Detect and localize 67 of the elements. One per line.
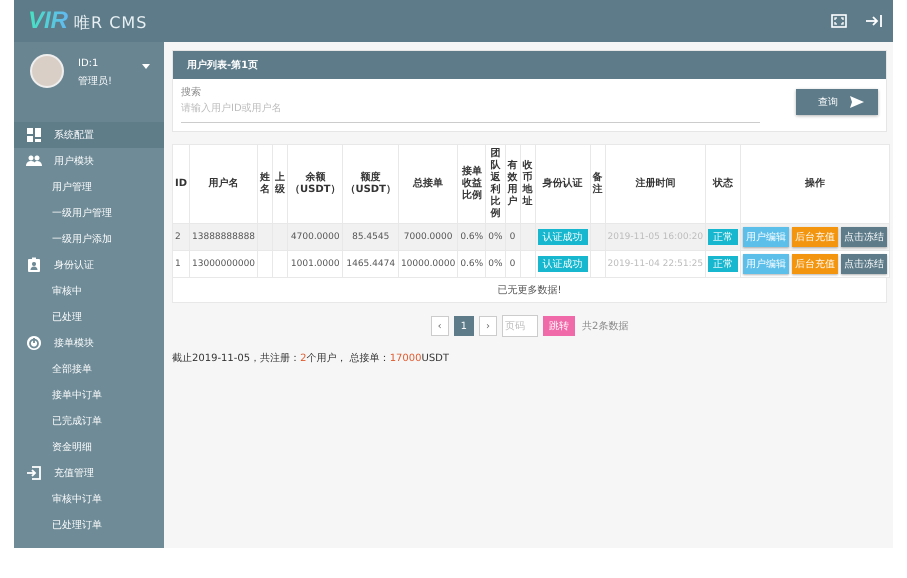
menu-item[interactable]: 资金明细 xyxy=(14,434,164,460)
table-footer: 已无更多数据! xyxy=(172,278,887,303)
dashboard-icon xyxy=(26,127,42,143)
caret-icon[interactable] xyxy=(142,64,150,69)
table-cell: 13888888888 xyxy=(190,224,258,250)
column-header: 备注 xyxy=(590,144,605,224)
users-icon xyxy=(26,153,42,169)
freeze-button[interactable]: 点击冻结 xyxy=(841,227,888,247)
app-title: 唯R CMS xyxy=(74,13,148,34)
previous-page-button[interactable]: ‹ xyxy=(430,316,449,336)
status-badge: 正常 xyxy=(708,229,738,245)
column-header: ID xyxy=(172,144,190,224)
column-header: 有效用户 xyxy=(505,144,520,224)
table-cell: 0% xyxy=(486,224,505,250)
menu-section[interactable]: 充值管理 xyxy=(14,460,164,486)
menu-item[interactable]: 已处理 xyxy=(14,304,164,330)
logout-icon[interactable] xyxy=(865,14,883,28)
table-cell: 7000.0000 xyxy=(398,224,458,250)
summary-text: 截止2019-11-05，共注册：2个用户， 总接单：17000USDT xyxy=(172,352,450,365)
edit-user-button[interactable]: 用户编辑 xyxy=(743,227,790,247)
query-button[interactable]: 查询 xyxy=(796,89,878,115)
recharge-button[interactable]: 后台充值 xyxy=(792,254,838,274)
page-number-field[interactable]: 页码 xyxy=(502,315,538,337)
id-badge-icon xyxy=(26,257,42,273)
verification-badge: 认证成功 xyxy=(538,256,588,272)
menu-item[interactable]: 用户管理 xyxy=(14,174,164,200)
panel-title: 用户列表-第1页 xyxy=(173,51,886,79)
table-cell: 0.6% xyxy=(458,224,486,250)
total-count: 共2条数据 xyxy=(582,320,628,333)
menu-item[interactable]: 全部接单 xyxy=(14,356,164,382)
recharge-button[interactable]: 后台充值 xyxy=(792,227,838,247)
table-cell: 2 xyxy=(172,224,190,250)
menu-section[interactable]: 系统配置 xyxy=(14,122,164,148)
power-icon xyxy=(26,335,42,351)
menu-section[interactable]: 用户模块 xyxy=(14,148,164,174)
freeze-button[interactable]: 点击冻结 xyxy=(841,254,888,274)
search-label: 搜索 xyxy=(181,86,202,99)
avatar xyxy=(30,54,64,88)
menu-section[interactable]: 接单模块 xyxy=(14,330,164,356)
next-page-button[interactable]: › xyxy=(479,316,497,336)
column-header: 接单收益比例 xyxy=(458,144,486,224)
menu-item[interactable]: 审核中订单 xyxy=(14,486,164,512)
menu-item[interactable]: 已处理订单 xyxy=(14,512,164,538)
column-header: 上级 xyxy=(272,144,288,224)
column-header: 团队返利比例 xyxy=(486,144,505,224)
table-cell: 85.4545 xyxy=(342,224,398,250)
verification-badge: 认证成功 xyxy=(538,229,588,245)
table-cell: 4700.0000 xyxy=(288,224,343,250)
jump-button[interactable]: 跳转 xyxy=(543,316,575,336)
user-role: 管理员! xyxy=(78,75,114,88)
page-button[interactable]: 1 xyxy=(454,316,474,336)
user-id: ID:1 xyxy=(78,58,100,69)
table-cell: 0 xyxy=(505,224,520,250)
status-badge: 正常 xyxy=(708,256,738,272)
menu-item[interactable]: 一级用户管理 xyxy=(14,200,164,226)
menu-section[interactable]: 身份认证 xyxy=(14,252,164,278)
send-icon xyxy=(850,96,864,108)
sign-in-icon xyxy=(26,465,42,481)
edit-user-button[interactable]: 用户编辑 xyxy=(743,254,790,274)
menu-item[interactable]: 接单中订单 xyxy=(14,382,164,408)
column-header: 收币地址 xyxy=(520,144,535,224)
search-field[interactable]: 请输入用户ID或用户名 xyxy=(181,99,760,118)
fullscreen-icon[interactable] xyxy=(831,13,847,29)
column-header: 姓名 xyxy=(258,144,273,224)
menu-item[interactable]: 已完成订单 xyxy=(14,408,164,434)
menu-item[interactable]: 审核中 xyxy=(14,278,164,304)
menu-item[interactable]: 一级用户添加 xyxy=(14,226,164,252)
